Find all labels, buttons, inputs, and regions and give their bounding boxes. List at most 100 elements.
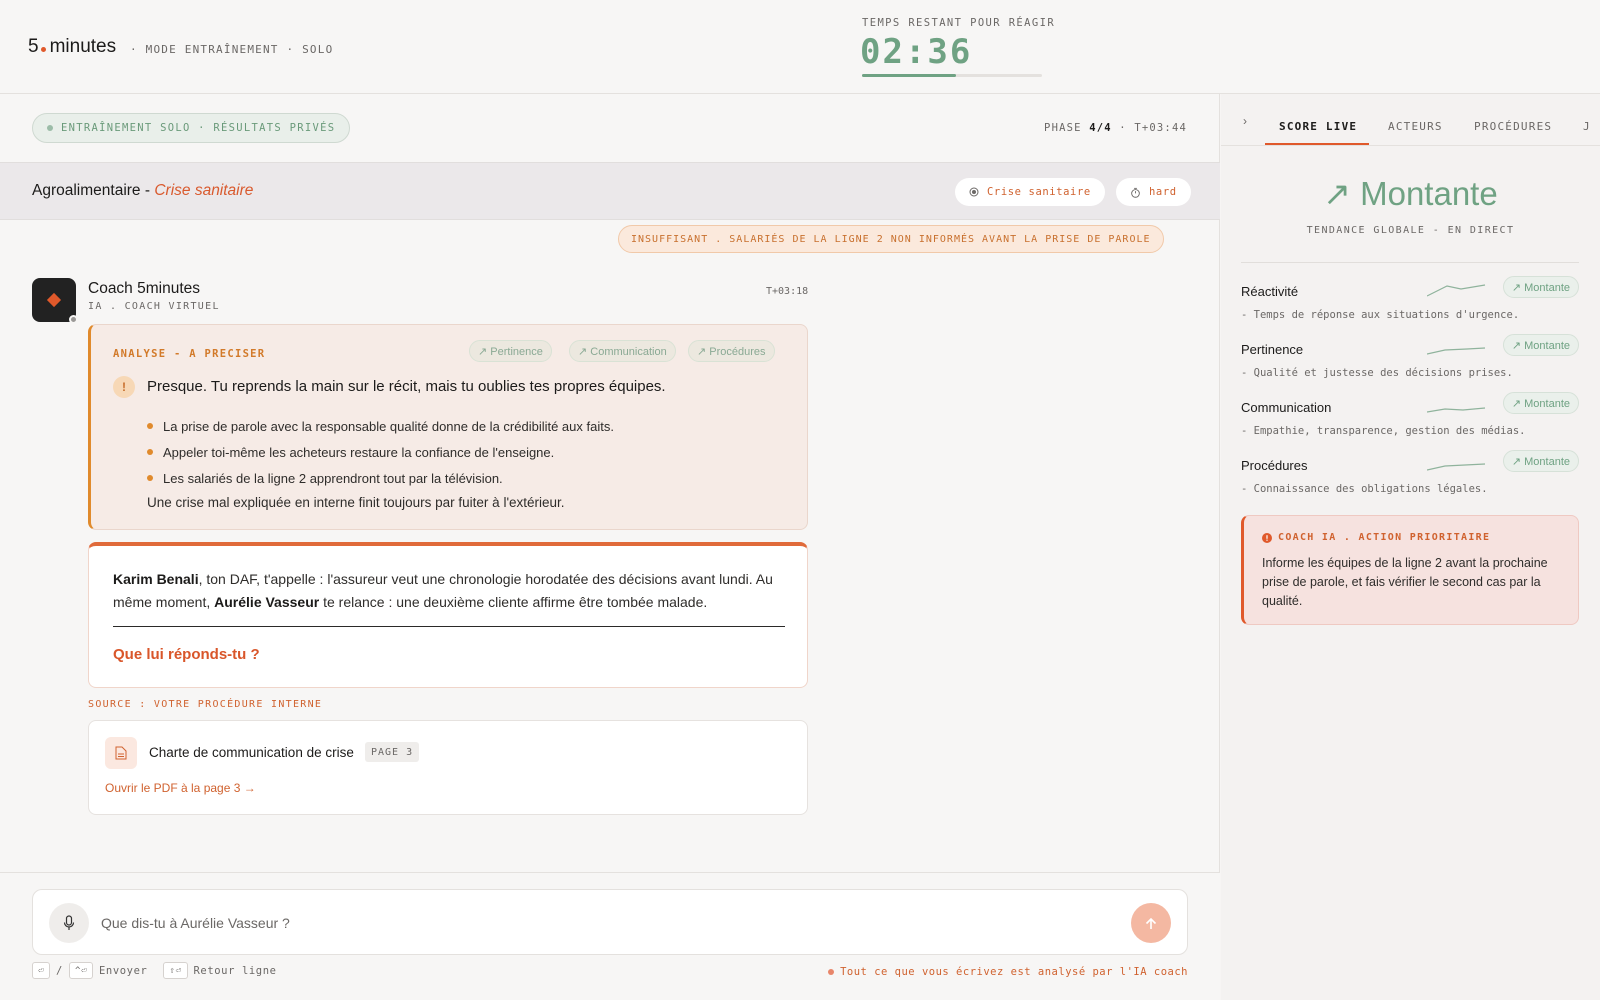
target-icon: [969, 187, 979, 197]
microphone-icon: [63, 915, 75, 930]
tag-communication: ↗ Communication: [569, 340, 676, 362]
page-tag: PAGE 3: [365, 742, 420, 762]
global-trend-subtitle: TENDANCE GLOBALE - EN DIRECT: [1306, 225, 1515, 236]
sparkline-icon: [1427, 284, 1486, 297]
priority-label-text: COACH IA . ACTION PRIORITAIRE: [1278, 532, 1491, 543]
enter-key: ⏎: [32, 962, 51, 979]
open-pdf-link[interactable]: Ouvrir le PDF à la page 3 →: [105, 781, 256, 795]
top-bar: 5 minutes · MODE ENTRAÎNEMENT · SOLO TEM…: [0, 0, 1600, 94]
microphone-button[interactable]: [49, 903, 89, 943]
solo-badge-label: ENTRAÎNEMENT SOLO · RÉSULTATS PRIVÉS: [61, 122, 336, 134]
sparkline-icon: [1427, 463, 1486, 471]
notice-dot-icon: [828, 969, 835, 975]
divider: [1241, 262, 1579, 263]
coach-name: Coach 5minutes: [88, 280, 201, 297]
metric-description: - Connaissance des obligations légales.: [1241, 483, 1488, 495]
arrow-up-icon: [1145, 917, 1157, 929]
send-button[interactable]: [1131, 903, 1171, 943]
logo-number: 5: [28, 36, 39, 57]
analysis-headline: Presque. Tu reprends la main sur le réci…: [147, 378, 666, 395]
score-panel: › SCORE LIVE ACTEURS PROCÉDURES J ↗ Mont…: [1221, 94, 1600, 1000]
metric-reactivite: Réactivité ↗ Montante - Temps de réponse…: [1241, 276, 1579, 340]
crisis-type-chip[interactable]: Crise sanitaire: [955, 178, 1105, 206]
sparkline-icon: [1427, 407, 1486, 413]
sparkline-icon: [1427, 347, 1486, 355]
solo-badge: ENTRAÎNEMENT SOLO · RÉSULTATS PRIVÉS: [32, 113, 351, 143]
notice-text: Tout ce que vous écrivez est analysé par…: [840, 966, 1188, 978]
metric-procedures: Procédures ↗ Montante - Connaissance des…: [1241, 450, 1579, 514]
difficulty-chip[interactable]: hard: [1116, 178, 1191, 206]
analysis-point: Les salariés de la ligne 2 apprendront t…: [147, 465, 614, 491]
warning-icon: !: [113, 376, 135, 398]
feedback-alert-pill: INSUFFISANT . SALARIÉS DE LA LIGNE 2 NON…: [618, 225, 1164, 253]
stopwatch-icon: [1131, 187, 1140, 198]
status-dot-icon: [47, 125, 53, 131]
ctrl-enter-key: ^⏎: [68, 962, 93, 979]
question-prompt: Que lui réponds-tu ?: [113, 646, 260, 663]
send-hint: Envoyer: [99, 964, 148, 977]
timer-progress-bar: [862, 74, 1042, 77]
tab-score-live[interactable]: SCORE LIVE: [1279, 120, 1357, 133]
timer-label: TEMPS RESTANT POUR RÉAGIR: [862, 17, 1056, 29]
question-part: te relance : une deuxième cliente affirm…: [319, 594, 708, 610]
metric-trend-badge: ↗ Montante: [1502, 392, 1579, 414]
mode-label: · MODE ENTRAÎNEMENT · SOLO: [130, 43, 334, 56]
tab-acteurs[interactable]: ACTEURS: [1388, 120, 1443, 133]
countdown-timer: 02:36: [860, 32, 973, 72]
difficulty-label: hard: [1149, 186, 1177, 198]
tab-overflow[interactable]: J: [1583, 120, 1591, 133]
divider: [113, 626, 785, 627]
metric-name: Procédures: [1241, 458, 1308, 473]
global-trend: ↗ Montante: [1323, 175, 1498, 212]
metric-trend-badge: ↗ Montante: [1502, 276, 1579, 298]
logo-dot: [40, 47, 46, 52]
scenario-question-card: Karim Benali, ton DAF, t'appelle : l'ass…: [88, 542, 808, 688]
person-name: Aurélie Vasseur: [214, 594, 320, 610]
metric-description: - Qualité et justesse des décisions pris…: [1241, 367, 1513, 379]
coach-avatar: [32, 278, 78, 324]
app-logo[interactable]: 5 minutes: [28, 36, 116, 58]
panel-tabs: › SCORE LIVE ACTEURS PROCÉDURES J: [1221, 94, 1600, 146]
phase-indicator: PHASE 4/4 · T+03:44: [1044, 122, 1187, 134]
source-label: SOURCE : VOTRE PROCÉDURE INTERNE: [88, 699, 323, 710]
metric-pertinence: Pertinence ↗ Montante - Qualité et juste…: [1241, 334, 1579, 398]
person-name: Karim Benali: [113, 571, 199, 587]
analysis-point: La prise de parole avec la responsable q…: [147, 413, 614, 439]
shift-enter-key: ⇧⏎: [163, 962, 188, 979]
composer-area: ⏎ / ^⏎ Envoyer ⇧⏎ Retour ligne Tout ce q…: [0, 872, 1220, 1000]
priority-text: Informe les équipes de la ligne 2 avant …: [1262, 556, 1548, 608]
active-tab-indicator: [1265, 143, 1369, 145]
scenario-title: Agroalimentaire - Crise sanitaire: [32, 182, 253, 200]
analysis-points: La prise de parole avec la responsable q…: [147, 413, 614, 491]
online-status-dot: [69, 315, 78, 324]
document-icon: [105, 737, 137, 769]
analysis-point: Appeler toi-même les acheteurs restaure …: [147, 439, 614, 465]
metric-description: - Temps de réponse aux situations d'urge…: [1241, 309, 1520, 321]
logo-word: minutes: [49, 36, 117, 57]
metric-trend-badge: ↗ Montante: [1502, 450, 1579, 472]
info-icon: [1262, 532, 1272, 543]
phase-value: 4/4: [1089, 122, 1112, 134]
newline-hint: Retour ligne: [193, 964, 277, 977]
response-input[interactable]: [101, 910, 1091, 936]
analysis-label: ANALYSE - A PRECISER: [113, 348, 266, 360]
metric-description: - Empathie, transparence, gestion des mé…: [1241, 425, 1526, 437]
metric-name: Pertinence: [1241, 342, 1304, 357]
source-card: Charte de communication de crise PAGE 3 …: [88, 720, 808, 815]
phase-label: PHASE: [1044, 122, 1082, 134]
metric-name: Communication: [1241, 400, 1332, 415]
phase-time: · T+03:44: [1119, 122, 1187, 134]
metric-communication: Communication ↗ Montante - Empathie, tra…: [1241, 392, 1579, 456]
priority-label: COACH IA . ACTION PRIORITAIRE: [1262, 532, 1490, 543]
keyboard-hints: ⏎ / ^⏎ Envoyer ⇧⏎ Retour ligne: [32, 962, 277, 979]
coach-subtitle: IA . COACH VIRTUEL: [88, 301, 220, 312]
analysis-notice: Tout ce que vous écrivez est analysé par…: [828, 966, 1188, 978]
composer-box: [32, 889, 1188, 955]
metric-trend-badge: ↗ Montante: [1502, 334, 1579, 356]
analysis-card: ANALYSE - A PRECISER ↗ Pertinence ↗ Comm…: [88, 324, 808, 530]
tab-procedures[interactable]: PROCÉDURES: [1474, 120, 1552, 133]
crisis-type-label: Crise sanitaire: [987, 186, 1091, 198]
main-column: ENTRAÎNEMENT SOLO · RÉSULTATS PRIVÉS PHA…: [0, 94, 1220, 1000]
document-title: Charte de communication de crise: [149, 745, 354, 760]
collapse-panel-button[interactable]: ›: [1243, 114, 1247, 128]
